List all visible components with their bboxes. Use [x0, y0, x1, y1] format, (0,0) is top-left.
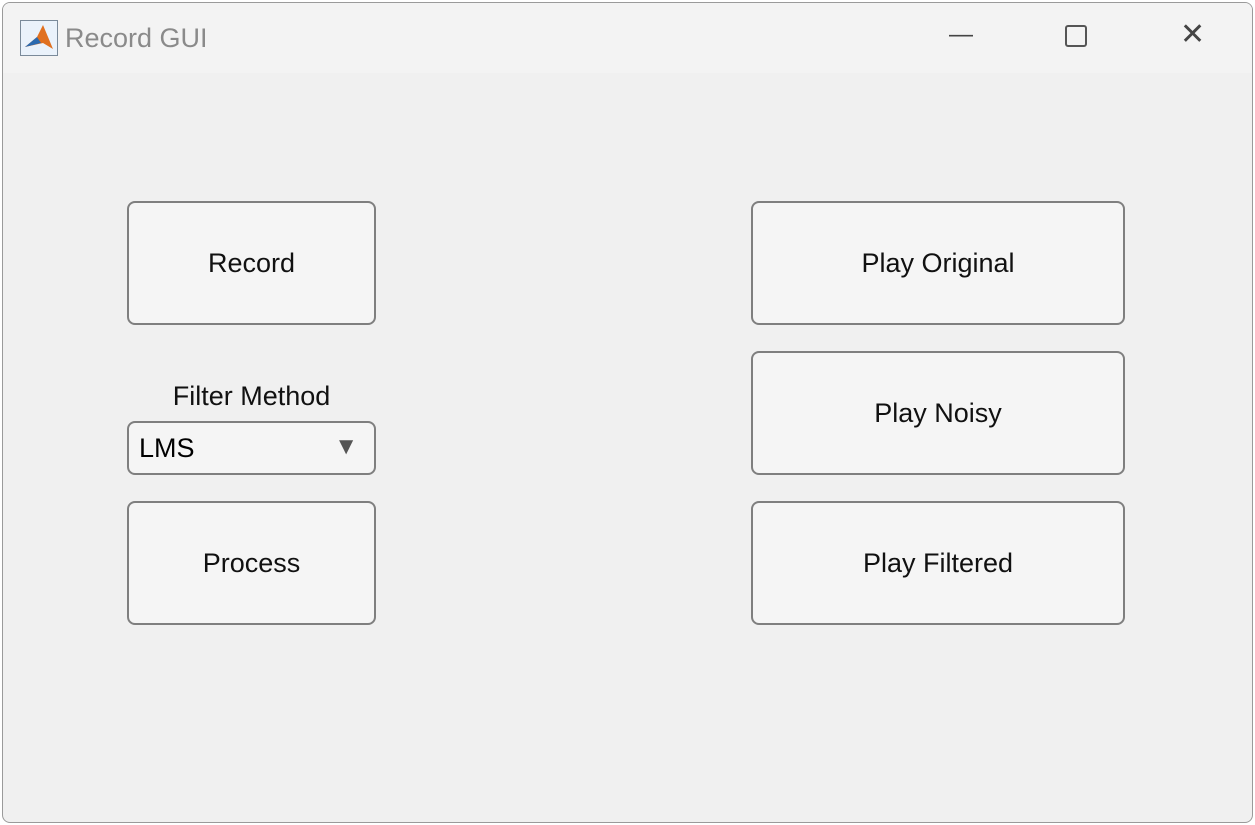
filter-method-value: LMS	[139, 433, 195, 463]
window-title: Record GUI	[65, 23, 208, 53]
play-noisy-button[interactable]: Play Noisy	[751, 351, 1125, 475]
title-bar: Record GUI — ✕	[3, 3, 1252, 73]
chevron-down-icon: ▼	[334, 433, 358, 460]
filter-method-dropdown[interactable]: LMS ▼	[127, 421, 376, 475]
close-icon[interactable]: ✕	[1180, 17, 1205, 52]
matlab-logo-icon	[20, 20, 58, 56]
play-original-button[interactable]: Play Original	[751, 201, 1125, 325]
play-filtered-button[interactable]: Play Filtered	[751, 501, 1125, 625]
app-window: Record GUI — ✕ Record Filter Method LMS …	[2, 2, 1253, 823]
record-button[interactable]: Record	[127, 201, 376, 325]
filter-method-label: Filter Method	[172, 381, 331, 411]
maximize-icon[interactable]	[1065, 25, 1087, 47]
minimize-icon[interactable]: —	[949, 21, 973, 49]
process-button[interactable]: Process	[127, 501, 376, 625]
